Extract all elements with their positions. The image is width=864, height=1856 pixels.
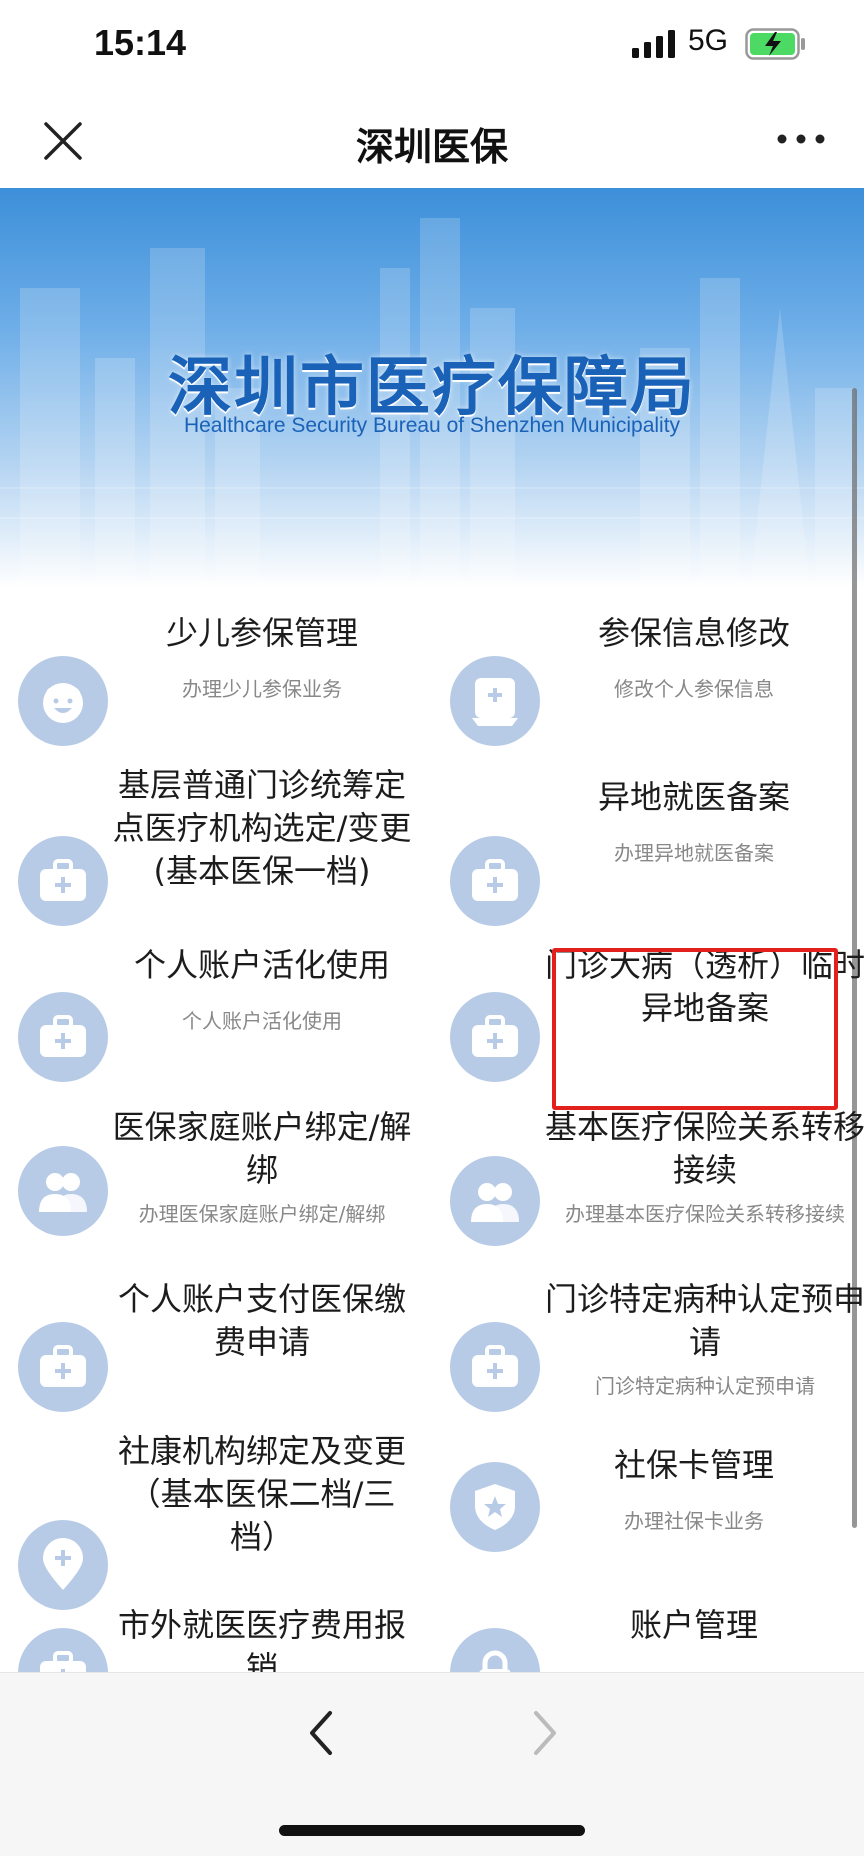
tile-title: 参保信息修改: [597, 614, 790, 652]
medical-kit-icon: [18, 1322, 108, 1412]
tile-text: 异地就医备案 办理异地就医备案: [544, 776, 844, 866]
tile-title: 社康机构绑定及变更（基本医保二档/三档）: [117, 1432, 406, 1556]
shield-star-icon: [450, 1462, 540, 1552]
family-icon: [450, 1156, 540, 1246]
service-tile-remote-medical-filing[interactable]: 异地就医备案 办理异地就医备案: [432, 776, 864, 936]
tile-title: 异地就医备案: [597, 778, 790, 816]
bottom-toolbar: [0, 1672, 864, 1856]
medical-kit-icon: [18, 836, 108, 926]
location-plus-icon: [18, 1520, 108, 1610]
tile-text: 市外就医医疗费用报销: [112, 1604, 412, 1672]
battery-icon: [745, 28, 805, 60]
service-tile-account-management[interactable]: 账户管理: [432, 1606, 864, 1672]
tile-title: 社保卡管理: [613, 1446, 774, 1484]
service-tile-offsite-reimbursement[interactable]: 市外就医医疗费用报销: [0, 1606, 432, 1672]
tile-desc: 办理社保卡业务: [624, 1509, 764, 1533]
tile-text: 社保卡管理 办理社保卡业务: [544, 1444, 844, 1534]
tile-desc: 个人账户活化使用: [182, 1009, 342, 1033]
network-type: 5G: [688, 24, 729, 57]
service-tile-account-activation[interactable]: 个人账户活化使用 个人账户活化使用: [0, 944, 432, 1094]
service-tile-account-payment[interactable]: 个人账户支付医保缴费申请: [0, 1280, 432, 1432]
tile-title: 门诊特定病种认定预申请: [544, 1280, 864, 1361]
tile-desc: 办理医保家庭账户绑定/解绑: [138, 1202, 386, 1226]
chevron-right-icon[interactable]: [526, 1703, 566, 1763]
edit-card-icon: [450, 656, 540, 746]
tile-text: 门诊特定病种认定预申请 门诊特定病种认定预申请: [540, 1278, 864, 1399]
service-tile-family-account[interactable]: 医保家庭账户绑定/解绑 办理医保家庭账户绑定/解绑: [0, 1108, 432, 1270]
nav-bar: 深圳医保: [0, 90, 864, 188]
chevron-left-icon[interactable]: [300, 1703, 340, 1763]
tile-text: 基层普通门诊统筹定点医疗机构选定/变更(基本医保一档): [112, 764, 412, 893]
tile-title: 个人账户活化使用: [133, 946, 390, 984]
home-indicator: [279, 1825, 585, 1836]
tile-text: 个人账户支付医保缴费申请: [112, 1278, 412, 1364]
service-tile-info-edit[interactable]: 参保信息修改 修改个人参保信息: [432, 612, 864, 762]
service-tile-outpatient-designation[interactable]: 基层普通门诊统筹定点医疗机构选定/变更(基本医保一档): [0, 766, 432, 936]
tile-title: 账户管理: [629, 1606, 758, 1644]
service-tile-insurance-transfer[interactable]: 基本医疗保险关系转移接续 办理基本医疗保险关系转移接续: [432, 1108, 864, 1270]
status-time: 15:14: [94, 22, 187, 63]
child-face-icon: [18, 656, 108, 746]
tile-text: 少儿参保管理 办理少儿参保业务: [112, 612, 412, 702]
tile-title: 基本医疗保险关系转移接续: [544, 1108, 864, 1189]
medical-kit-icon: [450, 1322, 540, 1412]
medical-kit-icon: [450, 836, 540, 926]
tile-title: 个人账户支付医保缴费申请: [117, 1280, 406, 1361]
lock-icon: [450, 1628, 540, 1672]
tile-desc: 门诊特定病种认定预申请: [595, 1374, 815, 1398]
medical-kit-icon: [18, 992, 108, 1082]
medical-kit-icon: [18, 1628, 108, 1672]
tile-desc: 办理少儿参保业务: [182, 677, 342, 701]
medical-kit-icon: [450, 992, 540, 1082]
tile-desc: 办理基本医疗保险关系转移接续: [565, 1202, 845, 1226]
banner: 深圳市医疗保障局 Healthcare Security Bureau of S…: [0, 188, 864, 588]
family-icon: [18, 1146, 108, 1236]
status-bar: 15:14 5G: [0, 0, 864, 90]
banner-subtitle: Healthcare Security Bureau of Shenzhen M…: [183, 414, 681, 437]
more-dots-icon[interactable]: [776, 126, 826, 152]
tile-text: 个人账户活化使用 个人账户活化使用: [112, 944, 412, 1034]
tile-text: 基本医疗保险关系转移接续 办理基本医疗保险关系转移接续: [540, 1106, 864, 1227]
tile-desc: 修改个人参保信息: [614, 677, 774, 701]
tile-title: 市外就医医疗费用报销: [117, 1606, 406, 1672]
service-tile-child-insurance[interactable]: 少儿参保管理 办理少儿参保业务: [0, 612, 432, 762]
tile-text: 参保信息修改 修改个人参保信息: [544, 612, 844, 702]
tile-title: 基层普通门诊统筹定点医疗机构选定/变更(基本医保一档): [112, 766, 412, 890]
highlight-box: [552, 948, 838, 1110]
service-tile-special-disease[interactable]: 门诊特定病种认定预申请 门诊特定病种认定预申请: [432, 1280, 864, 1432]
tile-text: 账户管理: [544, 1604, 844, 1647]
tile-text: 社康机构绑定及变更（基本医保二档/三档）: [112, 1430, 412, 1559]
tile-title: 少儿参保管理: [165, 614, 358, 652]
service-tile-social-security-card[interactable]: 社保卡管理 办理社保卡业务: [432, 1444, 864, 1594]
tile-desc: 办理异地就医备案: [614, 841, 774, 865]
signal-icon: [632, 30, 675, 58]
service-tile-community-clinic[interactable]: 社康机构绑定及变更（基本医保二档/三档）: [0, 1432, 432, 1610]
tile-title: 医保家庭账户绑定/解绑: [112, 1108, 412, 1189]
content-area[interactable]: 深圳市医疗保障局 Healthcare Security Bureau of S…: [0, 188, 864, 1672]
tile-text: 医保家庭账户绑定/解绑 办理医保家庭账户绑定/解绑: [112, 1106, 412, 1227]
page-title: 深圳医保: [355, 125, 508, 169]
